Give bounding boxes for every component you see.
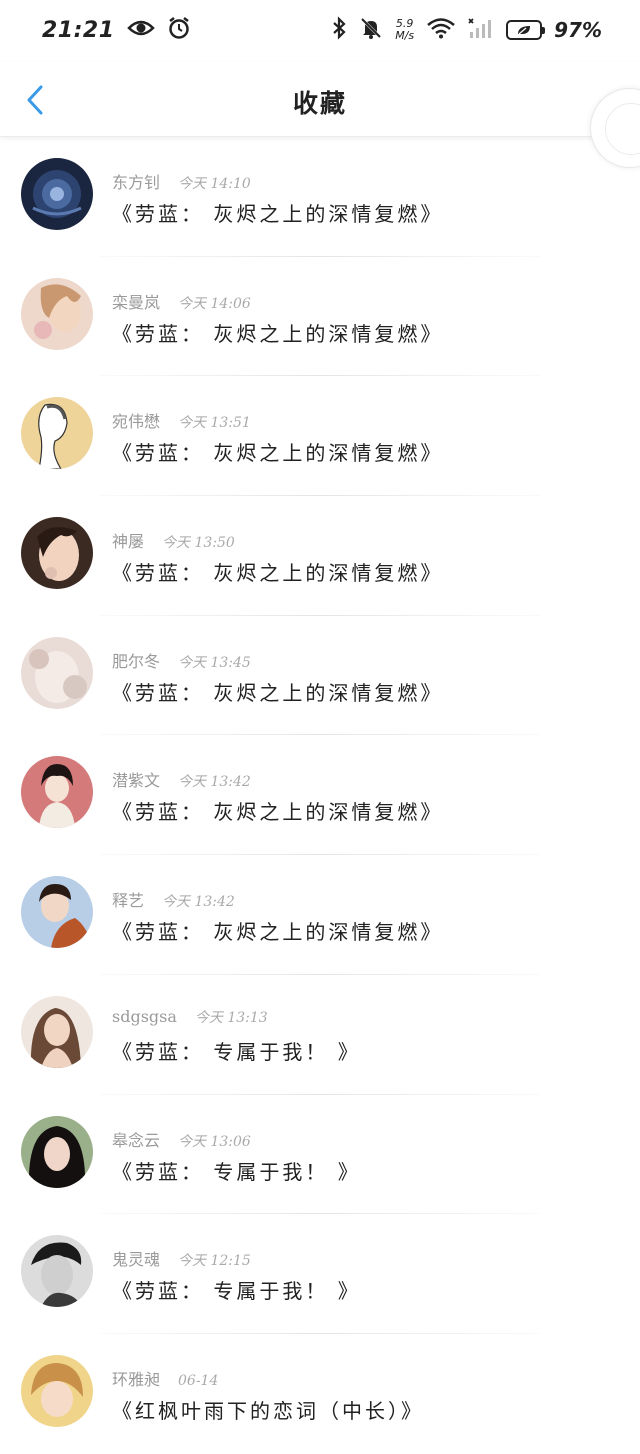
item-meta: 皋念云 今天 13:06 (112, 1127, 251, 1151)
list-item[interactable]: 皋念云 今天 13:06 《劳蓝： 专属于我！ 》 (0, 1095, 640, 1215)
author-name: 鬼灵魂 (112, 1250, 161, 1270)
list-item[interactable]: 环雅昶 06-14 《红枫叶雨下的恋词（中长）》 (0, 1334, 640, 1454)
author-name: 肥尔冬 (112, 651, 161, 671)
author-name: 东方钊 (112, 173, 161, 192)
avatar (21, 756, 93, 829)
story-title: 《劳蓝： 灰烬之上的深情复燃》 (112, 800, 444, 825)
author-name: 环雅昶 (112, 1369, 161, 1389)
item-meta: 神屡 今天 13:50 (112, 528, 235, 552)
status-bar-right: 5.9 M/s 97% (331, 16, 602, 44)
author-name: 栾曼岚 (112, 292, 161, 312)
timestamp: 今天 13:42 (162, 894, 235, 911)
favorites-list: 东方钊 今天 14:10 《劳蓝： 灰烬之上的深情复燃》 栾曼岚 今天 14:0… (0, 137, 640, 1454)
list-item[interactable]: 鬼灵魂 今天 12:15 《劳蓝： 专属于我！ 》 (0, 1214, 640, 1334)
story-title: 《劳蓝： 专属于我！ 》 (112, 1039, 361, 1064)
story-title: 《劳蓝： 灰烬之上的深情复燃》 (112, 441, 444, 466)
author-name: sdgsgsa (112, 1006, 177, 1026)
author-name: 宛伟懋 (112, 412, 161, 432)
avatar (21, 1354, 93, 1427)
status-time: 21:21 (42, 17, 115, 43)
bell-muted-icon (359, 16, 383, 44)
avatar (21, 397, 93, 470)
status-bar-left: 21:21 (42, 16, 191, 44)
avatar (21, 277, 93, 350)
item-meta: 鬼灵魂 今天 12:15 (112, 1246, 251, 1270)
status-bar: 21:21 5.9 M/s 97% (0, 0, 640, 60)
item-meta: 宛伟懋 今天 13:51 (112, 408, 251, 432)
author-name: 神屡 (112, 532, 145, 552)
eye-icon (126, 18, 155, 42)
item-meta: 肥尔冬 今天 13:45 (112, 648, 251, 672)
avatar (21, 517, 93, 590)
story-title: 《劳蓝： 灰烬之上的深情复燃》 (112, 920, 444, 945)
timestamp: 今天 13:50 (162, 535, 235, 552)
timestamp: 今天 14:06 (178, 295, 251, 312)
avatar (21, 636, 93, 709)
story-title: 《红枫叶雨下的恋词（中长）》 (112, 1398, 424, 1423)
author-name: 潜紫文 (112, 771, 161, 791)
list-item[interactable]: 肥尔冬 今天 13:45 《劳蓝： 灰烬之上的深情复燃》 (0, 616, 640, 736)
list-item[interactable]: 神屡 今天 13:50 《劳蓝： 灰烬之上的深情复燃》 (0, 496, 640, 616)
avatar (21, 158, 93, 230)
list-item[interactable]: sdgsgsa 今天 13:13 《劳蓝： 专属于我！ 》 (0, 975, 640, 1095)
network-speed-unit: M/s (395, 29, 415, 42)
story-title: 《劳蓝： 灰烬之上的深情复燃》 (112, 321, 444, 346)
page-title: 收藏 (292, 89, 347, 118)
story-title: 《劳蓝： 灰烬之上的深情复燃》 (112, 561, 444, 586)
avatar (21, 995, 93, 1068)
avatar (21, 1235, 93, 1308)
item-meta: 东方钊 今天 14:10 (112, 169, 251, 193)
timestamp: 今天 13:06 (178, 1133, 251, 1150)
list-item[interactable]: 宛伟懋 今天 13:51 《劳蓝： 灰烬之上的深情复燃》 (0, 376, 640, 497)
timestamp: 今天 12:15 (178, 1253, 251, 1270)
battery-percent: 97% (554, 18, 602, 42)
item-meta: 栾曼岚 今天 14:06 (112, 289, 251, 313)
story-title: 《劳蓝： 灰烬之上的深情复燃》 (112, 680, 444, 705)
wifi-icon (426, 17, 456, 43)
item-meta: 潜紫文 今天 13:42 (112, 767, 251, 791)
list-item[interactable]: 潜紫文 今天 13:42 《劳蓝： 灰烬之上的深情复燃》 (0, 735, 640, 856)
item-meta: sdgsgsa 今天 13:13 (112, 1007, 268, 1027)
item-meta: 释艺 今天 13:42 (112, 887, 235, 911)
timestamp: 今天 13:51 (178, 415, 251, 432)
timestamp: 今天 13:42 (178, 774, 251, 791)
story-title: 《劳蓝： 专属于我！ 》 (112, 1279, 361, 1304)
story-title: 《劳蓝： 灰烬之上的深情复燃》 (112, 202, 444, 226)
bluetooth-icon (331, 16, 347, 44)
battery-icon (506, 20, 546, 40)
avatar (21, 876, 93, 949)
list-item[interactable]: 东方钊 今天 14:10 《劳蓝： 灰烬之上的深情复燃》 (0, 137, 640, 257)
story-title: 《劳蓝： 专属于我！ 》 (112, 1159, 361, 1184)
author-name: 皋念云 (112, 1130, 161, 1150)
timestamp: 今天 13:13 (194, 1009, 268, 1026)
avatar (21, 1115, 93, 1188)
timestamp: 今天 13:45 (178, 654, 251, 671)
cellular-signal-icon (468, 17, 494, 43)
author-name: 释艺 (112, 891, 145, 911)
list-item[interactable]: 释艺 今天 13:42 《劳蓝： 灰烬之上的深情复燃》 (0, 855, 640, 975)
network-speed: 5.9 M/s (395, 18, 414, 42)
list-item[interactable]: 栾曼岚 今天 14:06 《劳蓝： 灰烬之上的深情复燃》 (0, 257, 640, 377)
timestamp: 今天 14:10 (178, 176, 251, 192)
nav-header: 收藏 (0, 62, 640, 137)
item-meta: 环雅昶 06-14 (112, 1366, 218, 1390)
alarm-clock-icon (167, 16, 191, 44)
timestamp: 06-14 (178, 1372, 219, 1389)
